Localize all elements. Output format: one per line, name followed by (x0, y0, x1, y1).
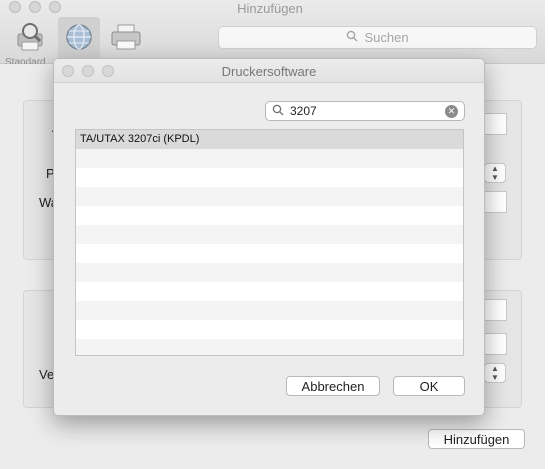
close-window-button[interactable] (9, 1, 21, 13)
toolbar-standard-button[interactable] (9, 17, 51, 59)
list-item-empty (76, 168, 463, 187)
list-item-empty (76, 206, 463, 225)
list-item-empty (76, 187, 463, 206)
list-item-empty (76, 320, 463, 339)
driver-search-input[interactable] (290, 104, 430, 118)
magnifier-icon (346, 30, 358, 45)
list-item-empty (76, 263, 463, 282)
use-popup[interactable]: ▲ ▼ (484, 363, 506, 383)
toolbar-ip-button[interactable] (58, 17, 100, 59)
ok-button[interactable]: OK (393, 376, 465, 396)
magnifier-icon (272, 104, 284, 119)
globe-icon (64, 22, 94, 55)
address-field[interactable] (483, 113, 507, 135)
printer-search-icon (13, 20, 47, 57)
cancel-button[interactable]: Abbrechen (286, 376, 380, 396)
zoom-window-button[interactable] (49, 1, 61, 13)
location-field[interactable] (483, 333, 507, 355)
name-field[interactable] (483, 299, 507, 321)
dialog-titlebar: Druckersoftware (54, 59, 484, 83)
driver-search-field[interactable]: ✕ (265, 101, 465, 121)
list-item-empty (76, 282, 463, 301)
list-item[interactable]: TA/UTAX 3207ci (KPDL) (76, 130, 463, 149)
list-item-empty (76, 339, 463, 355)
list-item-empty (76, 301, 463, 320)
window-title: Hinzufügen (237, 1, 303, 16)
dialog-title: Druckersoftware (221, 64, 317, 79)
protocol-popup[interactable]: ▲ ▼ (484, 163, 506, 183)
label-use: Ve (39, 367, 55, 382)
clear-x-icon[interactable]: ✕ (445, 104, 458, 118)
add-button[interactable]: Hinzufügen (428, 429, 525, 449)
toolbar-search-field[interactable]: Suchen (218, 26, 537, 49)
printer-software-dialog: Druckersoftware ✕ TA/UTAX 3207ci (KPDL) … (53, 58, 485, 416)
toolbar-windows-button[interactable] (105, 17, 147, 59)
printer-icon (108, 22, 144, 55)
search-placeholder: Suchen (364, 30, 409, 45)
minimize-window-button[interactable] (29, 1, 41, 13)
list-item-empty (76, 149, 463, 168)
list-item-empty (76, 244, 463, 263)
driver-list[interactable]: TA/UTAX 3207ci (KPDL) (75, 129, 464, 356)
window-titlebar: Hinzufügen Standard Suchen (0, 0, 545, 68)
queue-field[interactable] (483, 191, 507, 213)
list-item-empty (76, 225, 463, 244)
